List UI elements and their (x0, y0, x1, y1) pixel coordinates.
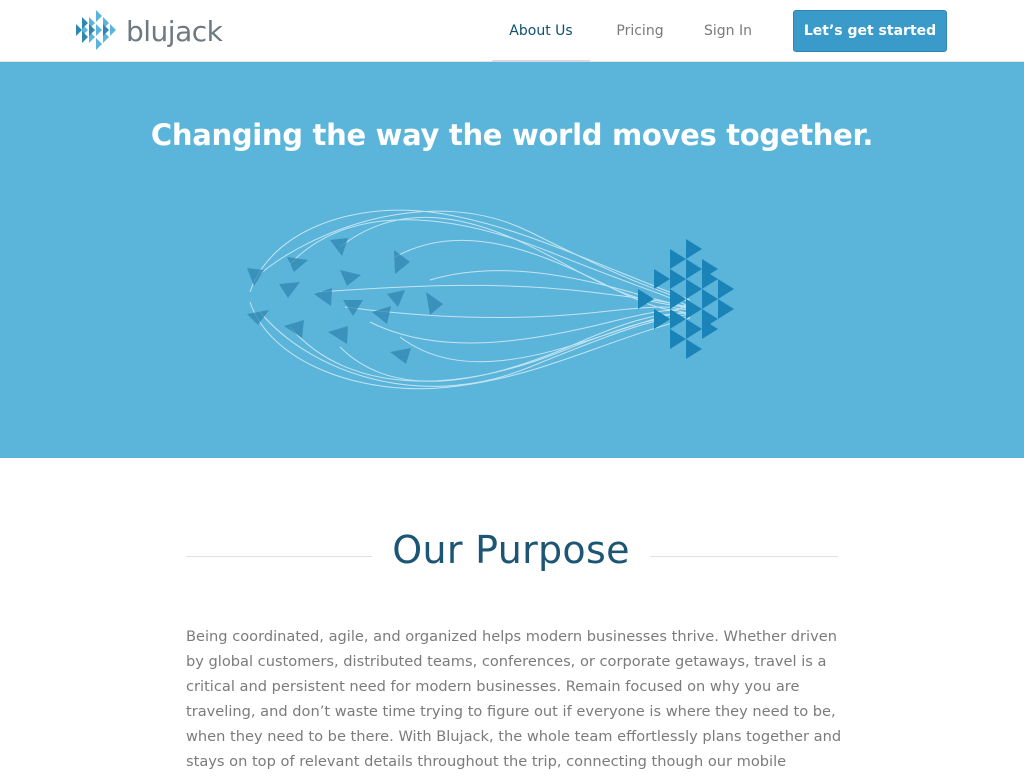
purpose-title: Our Purpose (392, 528, 630, 572)
nav-about-us[interactable]: About Us (492, 0, 590, 63)
get-started-button[interactable]: Let’s get started (793, 10, 947, 52)
brand-name: blujack (126, 14, 223, 48)
purpose-heading-row: Our Purpose (186, 528, 838, 584)
divider-right (650, 556, 838, 557)
hero-title: Changing the way the world moves togethe… (150, 118, 874, 152)
purpose-body: Being coordinated, agile, and organized … (186, 628, 842, 770)
site-header: blujack About Us Pricing Sign In Let’s g… (0, 0, 1024, 63)
blujack-logo-icon (76, 10, 116, 50)
nav-sign-in[interactable]: Sign In (694, 0, 762, 62)
hero-section: Changing the way the world moves togethe… (0, 62, 1024, 458)
nav-pricing[interactable]: Pricing (606, 0, 674, 62)
converging-triangles-illustration (247, 209, 734, 390)
brand-logo[interactable]: blujack (76, 10, 223, 52)
divider-left (186, 556, 372, 557)
